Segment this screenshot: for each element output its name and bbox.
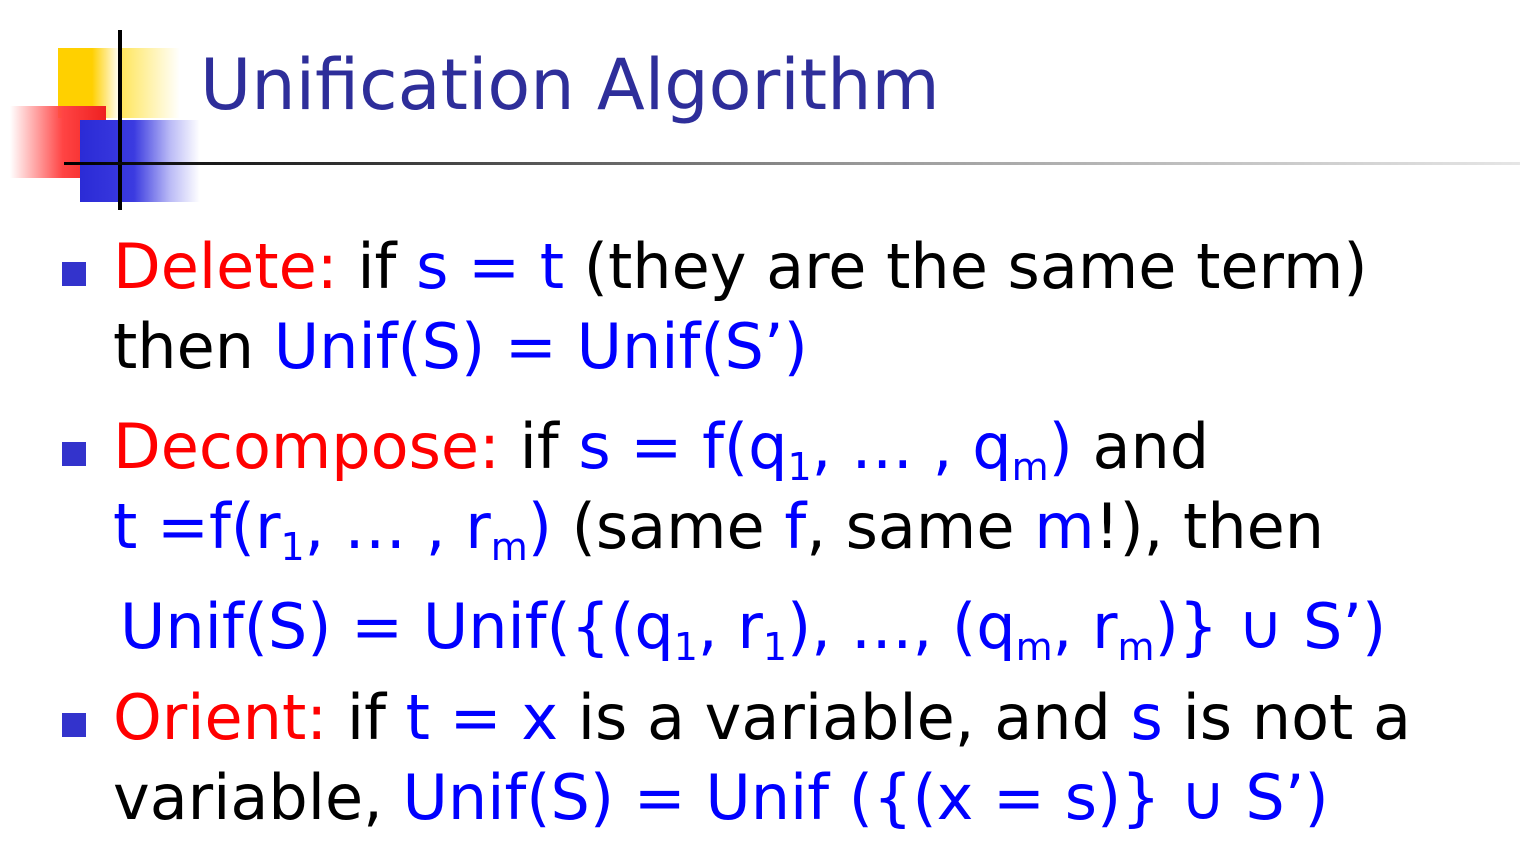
rule-delete-keyword: Delete: [113,230,338,303]
bullet-delete [62,262,86,286]
rule-decompose-line1: Decompose: if s = f(q1, … , qm) and [113,410,1210,489]
rule-decompose-line2: t =f(r1, … , rm) (same f, same m!), then [113,490,1325,569]
rule-delete-line1: Delete: if s = t (they are the same term… [113,230,1368,303]
title-underline [64,162,1520,165]
rule-orient-line1: Orient: if t = x is a variable, and s is… [113,681,1412,754]
rule-delete-condition: s = t [416,230,565,303]
bullet-decompose [62,442,86,466]
rule-orient-result: Unif(S) = Unif ({(x = s)} ∪ S’) [402,761,1329,834]
rule-delete-result: Unif(S) = Unif(S’) [273,310,808,383]
rule-decompose-t-term: t =f(r1, … , rm) [113,490,552,569]
rule-orient-line2: variable, Unif(S) = Unif ({(x = s)} ∪ S’… [113,761,1329,834]
title-ornament-yellow-fade [120,48,180,118]
rule-decompose-keyword: Decompose: [113,410,500,483]
slide-title: Unification Algorithm [200,44,940,126]
bullet-orient [62,713,86,737]
title-ornament-blue [80,120,200,202]
rule-decompose-s-term: s = f(q1, … , qm) [578,410,1073,489]
rule-orient-condition: t = x [405,681,559,754]
rule-orient-keyword: Orient: [113,681,328,754]
rule-decompose-line3: Unif(S) = Unif({(q1, r1), …, (qm, rm)} ∪… [120,587,1386,667]
title-ornament-vertical-line [118,30,122,210]
rule-delete-line2: then Unif(S) = Unif(S’) [113,310,808,383]
rule-decompose-result: Unif(S) = Unif({(q1, r1), …, (qm, rm)} ∪… [120,590,1387,669]
